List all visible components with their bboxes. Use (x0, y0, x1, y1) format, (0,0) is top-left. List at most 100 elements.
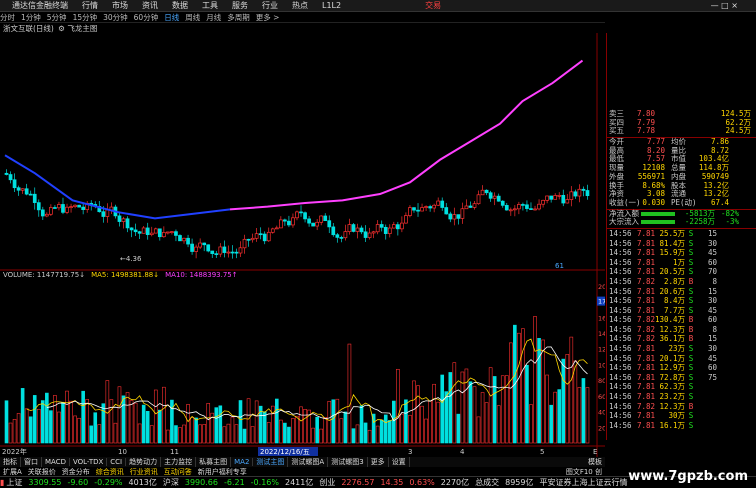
tick-side: S (688, 382, 694, 392)
period-tab[interactable]: 日线 (164, 12, 179, 23)
volume-bar (20, 388, 25, 444)
menu-item[interactable]: 资讯 (142, 0, 158, 11)
period-tab[interactable]: 更多 > (256, 12, 280, 23)
period-tab[interactable]: 多周期 (227, 12, 250, 23)
extension-tab[interactable]: 扩展A (0, 467, 25, 477)
menu-item[interactable]: 工具 (202, 0, 218, 11)
volume-bar (335, 398, 340, 444)
extension-tab[interactable]: 资金分布 (59, 467, 93, 477)
candle-body (299, 211, 303, 214)
volume-bar (315, 416, 319, 444)
menu-item[interactable]: 市场 (112, 0, 128, 11)
indicator-tab[interactable]: MACD (42, 458, 70, 466)
candle-body (327, 220, 332, 228)
tick-volume: 62.3万 (659, 382, 685, 392)
trade-button[interactable]: 交易 (425, 0, 441, 11)
candle-body (319, 215, 324, 223)
tick-volume: 20.6万 (659, 286, 685, 296)
extension-tab[interactable]: 互动问答 (161, 467, 195, 477)
window-controls[interactable]: — □ × (711, 1, 738, 10)
date-tick: 2022/12/16/五 (260, 448, 310, 456)
menu-item[interactable]: 数据 (172, 0, 188, 11)
tick-volume: 7.7万 (663, 305, 685, 315)
news-ticker[interactable]: 平安证券上海上证云行情 (539, 477, 627, 488)
candle-body (141, 227, 146, 234)
candle-body (315, 221, 320, 227)
indicator-tab[interactable]: 更多 (368, 457, 389, 467)
period-tab[interactable]: 月线 (206, 12, 221, 23)
volume-bar (311, 427, 315, 444)
quote-header-area (606, 33, 756, 110)
indicator-tab[interactable]: VOL-TDX (70, 458, 108, 466)
index-name[interactable]: 创业 (319, 477, 335, 488)
volume-tick: 6000 (598, 393, 605, 401)
tick-volume: 2.8万 (663, 276, 685, 286)
tick-side: S (688, 392, 694, 402)
period-tab[interactable]: 周线 (185, 12, 200, 23)
volume-bar (577, 387, 582, 444)
candle-body (53, 207, 57, 209)
candle-body (577, 188, 582, 197)
candle-body (436, 200, 441, 206)
extension-tab[interactable]: 行业资讯 (127, 467, 161, 477)
indicator-title[interactable]: 飞龙主图 (67, 24, 97, 33)
volume-tag: 17997 (598, 298, 605, 306)
indicator-tab[interactable]: 测试螺图A (288, 457, 329, 467)
tick-volume: 20.1万 (659, 353, 685, 363)
menu-item[interactable]: 热点 (292, 0, 308, 11)
candle-body (395, 224, 400, 230)
volume-bar (452, 362, 457, 444)
indicator-tab[interactable]: 窗口 (21, 457, 42, 467)
extension-tab[interactable]: 关联报价 (25, 467, 59, 477)
volume-bar (509, 342, 513, 444)
tick-time: 14:56 (609, 334, 632, 344)
indicator-tab[interactable]: 趋势动力 (126, 457, 162, 467)
f10-button[interactable]: 图文F10 创 (563, 467, 605, 477)
period-tab[interactable]: 15分钟 (73, 12, 98, 23)
candle-body (226, 251, 231, 254)
index-name[interactable]: 沪深 (163, 477, 179, 488)
volume-tick: 16000 (598, 314, 605, 322)
volume-bar (250, 426, 255, 444)
volume-bar (57, 411, 61, 444)
candle-body (517, 204, 521, 210)
menu-item[interactable]: 行情 (82, 0, 98, 11)
period-tab[interactable]: 分时 (0, 12, 15, 23)
tick-side: S (688, 286, 694, 296)
indicator-tab[interactable]: 设置 (389, 457, 410, 467)
indicator-tab[interactable]: 测试螺图3 (328, 457, 368, 467)
low-marker: ←4.36 (120, 255, 142, 263)
settings-icon[interactable]: ⚙ (58, 24, 65, 33)
stock-title: 浙文互联(日线) (3, 24, 54, 33)
period-tab[interactable]: 1分钟 (21, 12, 41, 23)
date-tick: 2022年 (2, 447, 27, 456)
indicator-tab[interactable]: 私募主图 (196, 457, 232, 467)
volume-bar (16, 413, 21, 444)
period-tab[interactable]: 60分钟 (134, 12, 159, 23)
menu-item[interactable]: 服务 (232, 0, 248, 11)
candle-body (476, 194, 481, 205)
candle-body (8, 174, 13, 181)
template-button[interactable]: 模板 (585, 457, 605, 467)
candle-body (198, 242, 203, 248)
flow-bar (641, 220, 675, 225)
period-tab[interactable]: 5分钟 (47, 12, 67, 23)
extension-tab[interactable]: 综合资讯 (93, 467, 127, 477)
volume-bar (4, 400, 9, 444)
index-name[interactable]: 上证 (6, 477, 22, 488)
menu-item[interactable]: L1L2 (322, 1, 341, 10)
volume-bar (53, 395, 57, 444)
candle-body (331, 226, 336, 236)
extension-tab[interactable]: 新用户福利专享 (195, 467, 250, 477)
candle-body (238, 247, 243, 254)
indicator-tab[interactable]: 指标 (0, 457, 21, 467)
chart-area[interactable]: 6.756.506.256.005.755.505.255.004.754.50… (0, 33, 605, 476)
indicator-tab[interactable]: MA2 (231, 458, 254, 466)
watermark: www.7gpzb.com (628, 469, 748, 484)
tick-time: 14:56 (609, 238, 632, 248)
menu-item[interactable]: 行业 (262, 0, 278, 11)
indicator-tab[interactable]: CCI (107, 458, 127, 466)
indicator-tab[interactable]: 测试主图 (253, 457, 289, 467)
indicator-tab[interactable]: 主力监控 (161, 457, 197, 467)
period-tab[interactable]: 30分钟 (103, 12, 128, 23)
